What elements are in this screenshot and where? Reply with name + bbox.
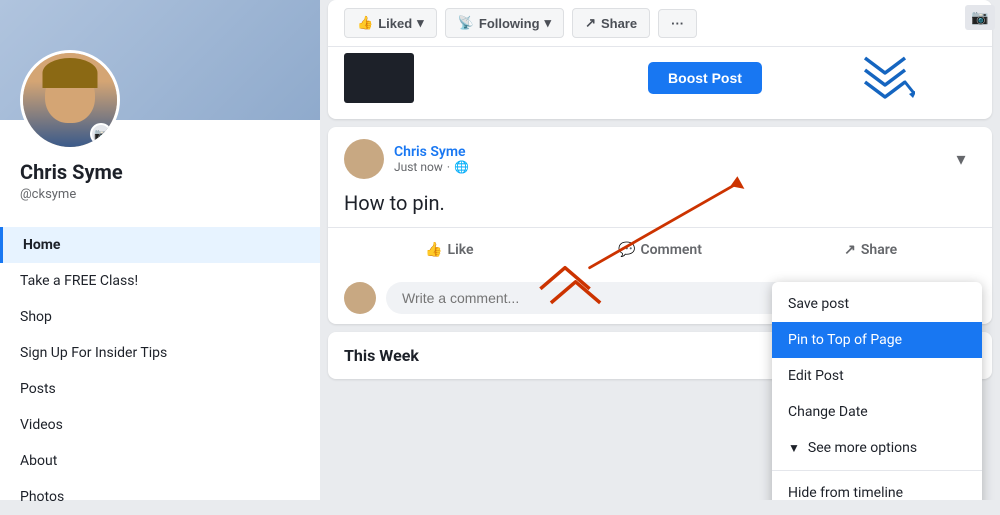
rss-icon: 📡 (458, 15, 474, 31)
sidebar-item-insider-tips[interactable]: Sign Up For Insider Tips (0, 335, 320, 371)
commenter-avatar (344, 282, 376, 314)
post-content: How to pin. (328, 191, 992, 227)
post-header: Chris Syme Just now · 🌐 ▾ (328, 127, 992, 191)
small-camera-icon: 📷 (965, 5, 995, 30)
sidebar-nav: Home Take a FREE Class! Shop Sign Up For… (0, 227, 320, 515)
sidebar-item-posts[interactable]: Posts (0, 371, 320, 407)
following-button[interactable]: 📡 Following ▾ (445, 8, 564, 38)
ellipsis-icon: ··· (671, 16, 684, 31)
post-time: Just now · 🌐 (394, 160, 936, 174)
liked-button[interactable]: 👍 Liked ▾ (344, 8, 437, 38)
sidebar: 📷 Chris Syme @cksyme Home Take a FREE Cl… (0, 0, 320, 500)
dropdown-separator (772, 470, 982, 471)
dropdown-arrow-icon: ▾ (417, 15, 424, 31)
dropdown-save-post[interactable]: Save post (772, 286, 982, 322)
post-meta: Chris Syme Just now · 🌐 (394, 144, 936, 174)
comment-reaction-button[interactable]: 💬 Comment (555, 236, 766, 264)
sidebar-item-photos[interactable]: Photos (0, 479, 320, 515)
post-options-button[interactable]: ▾ (946, 144, 976, 174)
like-reaction-button[interactable]: 👍 Like (344, 236, 555, 264)
share-icon: ↗ (585, 15, 596, 31)
post-actions-bar: 👍 Liked ▾ 📡 Following ▾ ↗ Share ··· (328, 0, 992, 47)
share-reaction-icon: ↗ (844, 242, 856, 258)
dropdown-hide-from-timeline[interactable]: Hide from timeline (772, 475, 982, 500)
sidebar-item-videos[interactable]: Videos (0, 407, 320, 443)
globe-icon: 🌐 (454, 160, 469, 174)
chevron-down-icon: ▾ (956, 149, 965, 170)
sidebar-item-about[interactable]: About (0, 443, 320, 479)
dropdown-change-date[interactable]: Change Date (772, 394, 982, 430)
sidebar-item-home[interactable]: Home (0, 227, 320, 263)
share-reaction-button[interactable]: ↗ Share (765, 236, 976, 264)
sidebar-item-free-class[interactable]: Take a FREE Class! (0, 263, 320, 299)
post-author-name[interactable]: Chris Syme (394, 144, 936, 160)
comment-icon: 💬 (618, 242, 635, 258)
dropdown-see-more-options[interactable]: ▼ See more options (772, 430, 982, 466)
share-button[interactable]: ↗ Share (572, 8, 650, 38)
more-options-button[interactable]: ··· (658, 9, 697, 38)
avatar: 📷 (20, 50, 120, 150)
top-post-card: 👍 Liked ▾ 📡 Following ▾ ↗ Share ··· (328, 0, 992, 119)
following-dropdown-icon: ▾ (545, 15, 552, 31)
like-icon: 👍 (425, 242, 442, 258)
dropdown-edit-post[interactable]: Edit Post (772, 358, 982, 394)
profile-name: Chris Syme (20, 160, 300, 184)
boost-post-button[interactable]: Boost Post (648, 62, 762, 94)
thumbs-up-icon: 👍 (357, 15, 373, 31)
boost-preview-image (344, 53, 414, 103)
post-options-dropdown: Save post Pin to Top of Page Edit Post C… (772, 282, 982, 500)
main-content: 👍 Liked ▾ 📡 Following ▾ ↗ Share ··· (320, 0, 1000, 500)
camera-icon[interactable]: 📷 (90, 123, 112, 145)
profile-cover: 📷 (0, 0, 320, 120)
profile-handle: @cksyme (20, 187, 300, 202)
boost-section: Boost Post 📷 (328, 47, 992, 119)
sidebar-item-shop[interactable]: Shop (0, 299, 320, 335)
dot-separator: · (447, 160, 450, 174)
dropdown-pin-to-top[interactable]: Pin to Top of Page (772, 322, 982, 358)
post-author-avatar (344, 139, 384, 179)
triangle-down-icon: ▼ (788, 441, 800, 455)
post-reactions-bar: 👍 Like 💬 Comment ↗ Share (328, 227, 992, 272)
main-post-card: Chris Syme Just now · 🌐 ▾ How to pin. (328, 127, 992, 324)
